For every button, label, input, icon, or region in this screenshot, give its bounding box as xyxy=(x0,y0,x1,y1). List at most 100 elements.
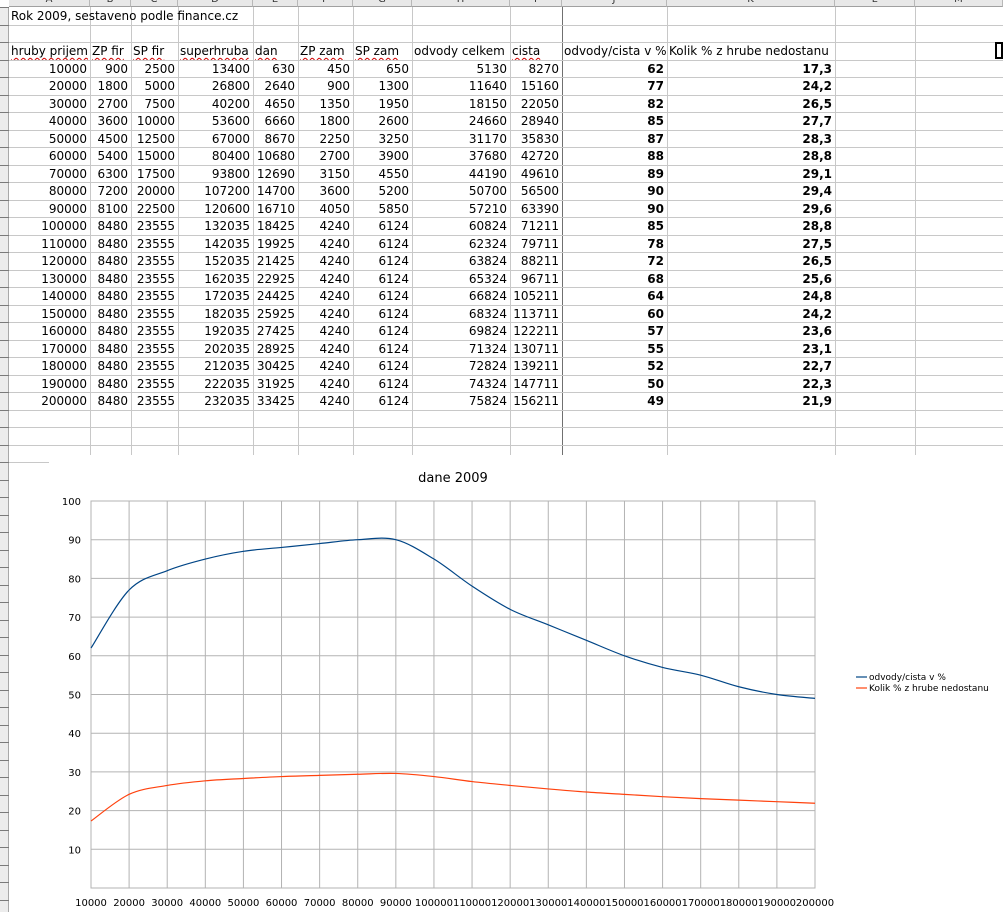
data-cell[interactable]: 113711 xyxy=(510,306,562,323)
data-cell[interactable]: 8480 xyxy=(90,253,131,270)
data-cell[interactable]: 8270 xyxy=(510,61,562,78)
data-cell[interactable]: 80000 xyxy=(9,183,90,200)
data-cell[interactable]: 172035 xyxy=(178,288,253,305)
data-cell[interactable]: 88 xyxy=(562,148,667,165)
data-cell[interactable]: 30425 xyxy=(253,358,298,375)
data-cell[interactable]: 33425 xyxy=(253,393,298,410)
data-cell[interactable]: 6124 xyxy=(353,341,412,358)
data-cell[interactable]: 8480 xyxy=(90,218,131,235)
data-cell[interactable]: 28940 xyxy=(510,113,562,130)
data-cell[interactable]: 6124 xyxy=(353,376,412,393)
column-header-f[interactable]: F xyxy=(298,0,353,7)
data-cell[interactable]: 7500 xyxy=(131,96,178,113)
data-cell[interactable]: 22050 xyxy=(510,96,562,113)
data-cell[interactable]: 17500 xyxy=(131,166,178,183)
data-cell[interactable]: 4500 xyxy=(90,131,131,148)
column-header-e[interactable]: E xyxy=(253,0,298,7)
data-cell[interactable]: 170000 xyxy=(9,341,90,358)
data-cell[interactable]: 139211 xyxy=(510,358,562,375)
header-cell[interactable]: SP fir xyxy=(131,43,178,60)
header-cell[interactable]: cista xyxy=(510,43,562,60)
data-cell[interactable]: 37680 xyxy=(412,148,510,165)
data-cell[interactable]: 8480 xyxy=(90,288,131,305)
data-cell[interactable]: 22925 xyxy=(253,271,298,288)
data-cell[interactable]: 21425 xyxy=(253,253,298,270)
data-cell[interactable]: 192035 xyxy=(178,323,253,340)
spreadsheet[interactable]: ABCDEFGHIJKLM Rok 2009, sestaveno podle … xyxy=(0,0,1003,912)
data-cell[interactable]: 4240 xyxy=(298,323,353,340)
data-cell[interactable]: 132035 xyxy=(178,218,253,235)
data-cell[interactable]: 450 xyxy=(298,61,353,78)
data-cell[interactable]: 40200 xyxy=(178,96,253,113)
data-cell[interactable]: 7200 xyxy=(90,183,131,200)
data-cell[interactable]: 23555 xyxy=(131,288,178,305)
data-cell[interactable]: 10000 xyxy=(131,113,178,130)
data-cell[interactable]: 105211 xyxy=(510,288,562,305)
data-cell[interactable]: 8670 xyxy=(253,131,298,148)
data-cell[interactable]: 68 xyxy=(562,271,667,288)
data-cell[interactable]: 900 xyxy=(298,78,353,95)
data-cell[interactable]: 6300 xyxy=(90,166,131,183)
column-header-h[interactable]: H xyxy=(412,0,510,7)
data-cell[interactable]: 26,5 xyxy=(667,253,835,270)
data-cell[interactable]: 85 xyxy=(562,218,667,235)
data-cell[interactable]: 80400 xyxy=(178,148,253,165)
data-cell[interactable]: 4240 xyxy=(298,236,353,253)
data-cell[interactable]: 55 xyxy=(562,341,667,358)
data-cell[interactable]: 27,5 xyxy=(667,236,835,253)
data-cell[interactable]: 68324 xyxy=(412,306,510,323)
data-cell[interactable]: 120000 xyxy=(9,253,90,270)
column-header-k[interactable]: K xyxy=(667,0,835,7)
data-cell[interactable]: 200000 xyxy=(9,393,90,410)
data-cell[interactable]: 8480 xyxy=(90,323,131,340)
data-cell[interactable]: 11640 xyxy=(412,78,510,95)
data-cell[interactable]: 23555 xyxy=(131,323,178,340)
data-cell[interactable]: 24,8 xyxy=(667,288,835,305)
data-cell[interactable]: 3250 xyxy=(353,131,412,148)
data-cell[interactable]: 8480 xyxy=(90,236,131,253)
data-cell[interactable]: 24,2 xyxy=(667,78,835,95)
data-cell[interactable]: 18425 xyxy=(253,218,298,235)
data-cell[interactable]: 49 xyxy=(562,393,667,410)
data-cell[interactable]: 85 xyxy=(562,113,667,130)
data-cell[interactable]: 8480 xyxy=(90,393,131,410)
data-cell[interactable]: 69824 xyxy=(412,323,510,340)
data-cell[interactable]: 10000 xyxy=(9,61,90,78)
data-cell[interactable]: 5000 xyxy=(131,78,178,95)
data-cell[interactable]: 2250 xyxy=(298,131,353,148)
data-cell[interactable]: 1350 xyxy=(298,96,353,113)
data-cell[interactable]: 8480 xyxy=(90,341,131,358)
data-cell[interactable]: 152035 xyxy=(178,253,253,270)
data-cell[interactable]: 29,1 xyxy=(667,166,835,183)
data-cell[interactable]: 21,9 xyxy=(667,393,835,410)
data-cell[interactable]: 4240 xyxy=(298,218,353,235)
chart-dane-2009[interactable]: dane 2009 10 20 30 40 50 60 70 80 90 100 10000 20000… xyxy=(49,455,1003,912)
data-cell[interactable]: 24660 xyxy=(412,113,510,130)
data-cell[interactable]: 142035 xyxy=(178,236,253,253)
data-cell[interactable]: 67000 xyxy=(178,131,253,148)
data-cell[interactable]: 100000 xyxy=(9,218,90,235)
data-cell[interactable]: 15160 xyxy=(510,78,562,95)
data-cell[interactable]: 77 xyxy=(562,78,667,95)
data-cell[interactable]: 60000 xyxy=(9,148,90,165)
data-cell[interactable]: 23555 xyxy=(131,271,178,288)
title-cell[interactable]: Rok 2009, sestaveno podle finance.cz xyxy=(9,8,420,25)
data-cell[interactable]: 71324 xyxy=(412,341,510,358)
data-cell[interactable]: 4050 xyxy=(298,201,353,218)
data-cell[interactable]: 2700 xyxy=(90,96,131,113)
data-cell[interactable]: 42720 xyxy=(510,148,562,165)
data-cell[interactable]: 650 xyxy=(353,61,412,78)
data-cell[interactable]: 182035 xyxy=(178,306,253,323)
column-header-a[interactable]: A xyxy=(9,0,90,7)
data-cell[interactable]: 24425 xyxy=(253,288,298,305)
data-cell[interactable]: 23,1 xyxy=(667,341,835,358)
data-cell[interactable]: 110000 xyxy=(9,236,90,253)
data-cell[interactable]: 24,2 xyxy=(667,306,835,323)
header-cell[interactable]: ZP fir xyxy=(90,43,131,60)
data-cell[interactable]: 122211 xyxy=(510,323,562,340)
data-cell[interactable]: 22,3 xyxy=(667,376,835,393)
data-cell[interactable]: 15000 xyxy=(131,148,178,165)
data-cell[interactable]: 82 xyxy=(562,96,667,113)
data-cell[interactable]: 74324 xyxy=(412,376,510,393)
data-cell[interactable]: 120600 xyxy=(178,201,253,218)
